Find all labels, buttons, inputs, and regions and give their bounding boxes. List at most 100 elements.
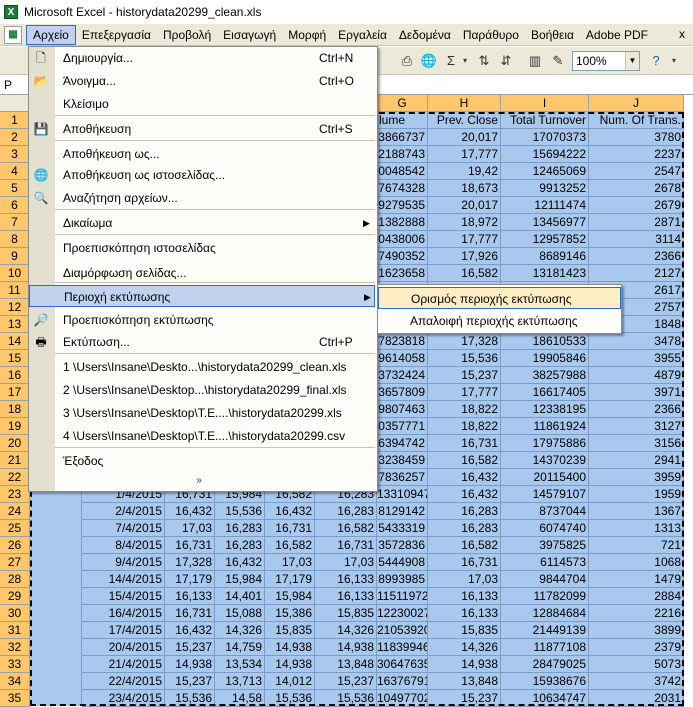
cell[interactable]: 0048542: [377, 163, 428, 180]
cell[interactable]: 20,017: [428, 129, 501, 146]
cell[interactable]: 18,822: [428, 418, 501, 435]
row-header[interactable]: 14: [0, 333, 30, 350]
cell[interactable]: lume: [377, 112, 428, 129]
set-print-area-item[interactable]: Ορισμός περιοχής εκτύπωσης: [378, 287, 621, 309]
cell[interactable]: 11511972: [377, 588, 428, 605]
cell[interactable]: 2679: [589, 197, 684, 214]
cell[interactable]: 3975825: [501, 537, 589, 554]
cell[interactable]: 15,536: [265, 690, 315, 707]
cell[interactable]: 2884: [589, 588, 684, 605]
cell[interactable]: 14,759: [215, 639, 265, 656]
row-header[interactable]: 8: [0, 231, 30, 248]
cell[interactable]: 3780: [589, 129, 684, 146]
cell[interactable]: 1479: [589, 571, 684, 588]
cell[interactable]: 10497702: [377, 690, 428, 707]
cell[interactable]: 7836257: [377, 469, 428, 486]
cell[interactable]: 3899: [589, 622, 684, 639]
row-header[interactable]: 7: [0, 214, 30, 231]
file-menu-item[interactable]: Αποθήκευση ως...: [29, 143, 375, 165]
cell[interactable]: 12884684: [501, 605, 589, 622]
cell[interactable]: 14,012: [265, 673, 315, 690]
file-menu-item[interactable]: 1 \Users\Insane\Deskto...\historydata202…: [29, 356, 375, 378]
cell[interactable]: Total Turnover: [501, 112, 589, 129]
cell[interactable]: 17,179: [265, 571, 315, 588]
cell[interactable]: 16,133: [315, 571, 377, 588]
cell[interactable]: 17975886: [501, 435, 589, 452]
cell[interactable]: 8737044: [501, 503, 589, 520]
menu-data[interactable]: Δεδομένα: [393, 25, 457, 45]
cell[interactable]: 17,328: [165, 554, 215, 571]
cell[interactable]: 15/4/2015: [82, 588, 165, 605]
toolbar-options-icon[interactable]: ▾: [668, 51, 680, 71]
row-header[interactable]: 17: [0, 384, 30, 401]
cell[interactable]: 13310947: [377, 486, 428, 503]
column-header-h[interactable]: H: [428, 95, 501, 112]
row-header[interactable]: 5: [0, 180, 30, 197]
autosum-icon[interactable]: Σ: [441, 51, 461, 71]
file-menu-item[interactable]: 🔍 Αναζήτηση αρχείων...: [29, 187, 375, 209]
cell[interactable]: 18,972: [428, 214, 501, 231]
cell[interactable]: 16,432: [165, 622, 215, 639]
cell[interactable]: 16,283: [428, 520, 501, 537]
cell[interactable]: 13,713: [215, 673, 265, 690]
cell[interactable]: 21/4/2015: [82, 656, 165, 673]
cell[interactable]: 15,237: [315, 673, 377, 690]
cell[interactable]: 15938676: [501, 673, 589, 690]
cell[interactable]: 20115400: [501, 469, 589, 486]
cell[interactable]: 13,848: [428, 673, 501, 690]
cell[interactable]: 16,582: [428, 537, 501, 554]
row-header[interactable]: 21: [0, 452, 30, 469]
cell[interactable]: 23/4/2015: [82, 690, 165, 707]
cell[interactable]: 16,133: [428, 605, 501, 622]
menu-file[interactable]: Αρχείο: [26, 24, 76, 45]
cell[interactable]: 12111474: [501, 197, 589, 214]
cell[interactable]: 21449139: [501, 622, 589, 639]
cell[interactable]: 16,582: [428, 452, 501, 469]
cell[interactable]: 16,731: [165, 537, 215, 554]
cell[interactable]: 14370239: [501, 452, 589, 469]
cell[interactable]: 3114: [589, 231, 684, 248]
row-header[interactable]: 2: [0, 129, 30, 146]
workbook-icon[interactable]: ▦: [4, 25, 22, 44]
cell[interactable]: 9614058: [377, 350, 428, 367]
cell[interactable]: 5444908: [377, 554, 428, 571]
menu-help[interactable]: Βοήθεια: [525, 25, 580, 45]
cell[interactable]: 13,534: [215, 656, 265, 673]
cell[interactable]: 15,237: [428, 690, 501, 707]
file-menu-item[interactable]: 🗋 Δημιουργία... Ctrl+N: [29, 47, 375, 69]
cell[interactable]: 16/4/2015: [82, 605, 165, 622]
cell[interactable]: 15,088: [215, 605, 265, 622]
cell[interactable]: 16,133: [428, 588, 501, 605]
row-header[interactable]: 26: [0, 537, 30, 554]
cell[interactable]: 15,237: [165, 639, 215, 656]
clear-print-area-item[interactable]: Απαλοιφή περιοχής εκτύπωσης: [378, 310, 621, 332]
row-header[interactable]: 3: [0, 146, 30, 163]
sort-descending-icon[interactable]: ⇵: [496, 51, 516, 71]
cell[interactable]: 15694222: [501, 146, 589, 163]
file-menu-item[interactable]: Διαμόρφωση σελίδας...: [29, 262, 375, 284]
cell[interactable]: 16,731: [315, 537, 377, 554]
row-header[interactable]: 16: [0, 367, 30, 384]
cell[interactable]: 3742: [589, 673, 684, 690]
cell[interactable]: 12230027: [377, 605, 428, 622]
cell[interactable]: 3156: [589, 435, 684, 452]
cell[interactable]: 3955: [589, 350, 684, 367]
cell[interactable]: 2379: [589, 639, 684, 656]
cell[interactable]: 17,03: [315, 554, 377, 571]
cell[interactable]: 15,835: [428, 622, 501, 639]
cell[interactable]: 17,777: [428, 231, 501, 248]
cell[interactable]: 1623658: [377, 265, 428, 282]
cell[interactable]: 16,731: [428, 554, 501, 571]
row-header[interactable]: 34: [0, 673, 30, 690]
cell[interactable]: 2941: [589, 452, 684, 469]
cell[interactable]: 6114573: [501, 554, 589, 571]
cell[interactable]: 20/4/2015: [82, 639, 165, 656]
sort-ascending-icon[interactable]: ⇅: [474, 51, 494, 71]
cell[interactable]: 16,133: [165, 588, 215, 605]
menu-tools[interactable]: Εργαλεία: [332, 25, 393, 45]
cell[interactable]: 15,536: [165, 690, 215, 707]
cell[interactable]: 15,386: [265, 605, 315, 622]
cell[interactable]: 9279535: [377, 197, 428, 214]
expand-menu-icon[interactable]: »: [191, 474, 207, 488]
cell[interactable]: 1367: [589, 503, 684, 520]
